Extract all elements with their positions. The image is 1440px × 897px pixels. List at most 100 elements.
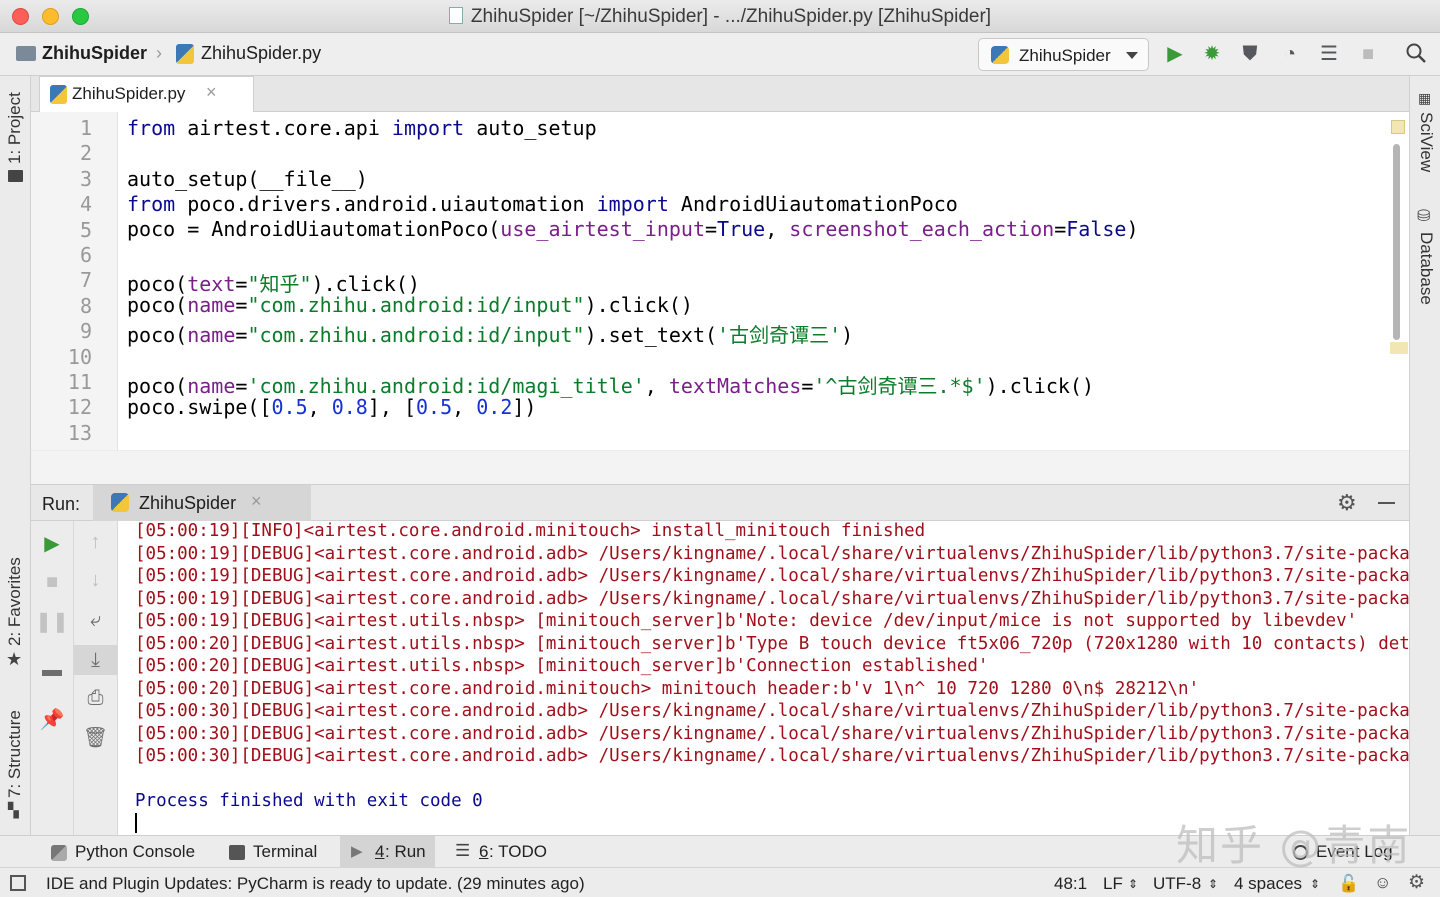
run-tab-label: ZhihuSpider [139,493,237,513]
run-configuration-label: ZhihuSpider [1019,46,1111,65]
lock-icon[interactable]: 🔓 [1338,874,1359,894]
line-number: 9 [79,319,92,344]
line-number: 2 [79,141,92,166]
log-line: [05:00:20][DEBUG]<airtest.core.android.m… [135,678,1200,699]
indent-setting[interactable]: 4 spaces [1234,874,1302,894]
run-tab-mnemonic: 4 [375,842,385,861]
run-icon: ▶ [351,843,363,860]
pause-icon[interactable]: ❚❚ [31,609,73,634]
log-line: [05:00:19][DEBUG]<airtest.core.android.a… [135,566,1409,586]
rerun-icon[interactable]: ▶ [31,531,73,556]
line-separator[interactable]: LF [1103,874,1123,894]
gear-icon[interactable]: ⚙ [1337,490,1357,516]
todo-tab[interactable]: : TODO [489,842,547,862]
run-console-output[interactable]: [05:00:19][INFO]<airtest.core.android.mi… [118,521,1409,835]
code-line: auto_setup(__file__) [127,167,368,191]
watermark: 知乎 @青南 [1176,821,1412,870]
project-folder-icon [8,170,23,182]
down-arrow-icon[interactable]: ↓ [74,569,117,592]
run-configuration-select[interactable]: ZhihuSpider [978,38,1149,71]
editor-scrollbar[interactable] [1388,112,1409,450]
run-tool-tab[interactable]: ▶ 4 : Run [340,836,435,867]
log-line: [05:00:20][DEBUG]<airtest.utils.nbsp> [m… [135,633,1409,654]
run-panel-label: Run: [42,494,81,514]
pin-tab-icon[interactable]: 📌 [31,707,73,732]
trash-icon[interactable]: 🗑 [74,725,117,750]
concurrency-icon[interactable]: ☰ [1317,42,1341,66]
todo-tab-mnemonic[interactable]: 6 [479,842,488,862]
up-arrow-icon[interactable]: ↑ [74,531,117,554]
title-bar: ZhihuSpider [~/ZhihuSpider] - .../ZhihuS… [0,0,1440,33]
breadcrumb-file[interactable]: ZhihuSpider.py [201,43,321,64]
structure-icon: ▚ [8,802,19,818]
search-icon[interactable] [1404,42,1428,66]
line-number: 3 [79,166,92,191]
indent-chevron-icon: ⇕ [1310,877,1321,891]
restore-layout-icon[interactable]: ▬ [31,659,73,682]
sciview-icon: ▦ [1418,90,1432,106]
stop-icon[interactable]: ■ [1356,42,1380,66]
run-tab-label: : Run [385,842,426,861]
close-tab-icon[interactable]: × [251,491,262,512]
log-line: [05:00:19][DEBUG]<airtest.core.android.a… [135,543,1409,564]
code-line: poco = AndroidUiautomationPoco(use_airte… [127,217,1139,241]
editor-tab-zhihuspider[interactable]: ZhihuSpider.py × [39,76,254,112]
update-gear-icon[interactable]: ⚙ [1408,871,1425,894]
editor-tab-label: ZhihuSpider.py [72,84,186,103]
file-encoding[interactable]: UTF-8 [1153,874,1201,894]
run-icon[interactable]: ▶ [1163,42,1187,66]
project-tool-tab[interactable]: 1: Project [5,88,25,164]
structure-tool-tab[interactable]: 7: Structure [5,702,25,798]
log-line: [05:00:19][INFO]<airtest.core.android.mi… [135,521,926,541]
terminal-tab[interactable]: Terminal [253,842,317,862]
line-number: 7 [79,268,92,293]
python-console-icon [51,845,67,861]
profile-icon[interactable]: ◔ [1278,42,1302,66]
line-number: 12 [67,395,92,420]
favorites-tool-tab[interactable]: 2: Favorites [5,554,25,646]
print-icon[interactable]: ⎙ [74,687,117,710]
folder-icon [16,46,36,61]
toggle-tool-windows-icon[interactable] [10,875,26,891]
code-line: poco.swipe([0.5, 0.8], [0.5, 0.2]) [127,395,537,419]
inspection-status-icon [1391,120,1405,134]
python-file-icon [176,44,194,64]
line-number: 1 [79,116,92,140]
line-number: 10 [67,344,92,369]
exit-message: Process finished with exit code 0 [135,791,483,811]
close-tab-icon[interactable]: × [206,82,217,103]
sciview-tool-tab[interactable]: SciView [1416,112,1436,182]
database-tool-tab[interactable]: Database [1416,232,1436,312]
todo-icon: ☰ [455,841,471,860]
breadcrumb-separator-icon: › [156,43,162,63]
python-console-tab[interactable]: Python Console [75,842,195,862]
warning-marker[interactable] [1390,342,1408,354]
scroll-thumb[interactable] [1393,144,1400,340]
breadcrumb-project[interactable]: ZhihuSpider [42,43,147,64]
editor-bottom-area [31,450,1409,484]
database-icon: ⛁ [1417,208,1431,225]
code-line: from poco.drivers.android.uiautomation i… [127,192,958,216]
python-icon [111,493,129,512]
pycharm-window: ZhihuSpider [~/ZhihuSpider] - .../ZhihuS… [0,0,1440,897]
status-message[interactable]: IDE and Plugin Updates: PyCharm is ready… [46,874,585,894]
log-line: [05:00:30][DEBUG]<airtest.core.android.a… [135,746,1409,766]
code-editor[interactable]: from airtest.core.api import auto_setup … [118,112,1388,450]
inspector-icon[interactable]: ☺ [1374,873,1391,893]
stop-icon[interactable]: ■ [31,571,73,594]
hide-panel-icon[interactable] [1378,502,1395,504]
encoding-chevron-icon: ⇕ [1208,877,1219,891]
star-icon: ★ [6,649,23,669]
scroll-to-end-icon[interactable]: ⤓ [74,645,117,675]
debug-icon[interactable]: ✹ [1200,42,1224,66]
caret-position[interactable]: 48:1 [1054,874,1087,894]
line-number: 4 [79,192,92,217]
run-tab-zhihuspider[interactable]: ZhihuSpider × [93,485,311,521]
line-number: 6 [79,243,92,267]
coverage-icon[interactable]: ⛊ [1238,42,1262,66]
log-line: [05:00:20][DEBUG]<airtest.utils.nbsp> [m… [135,656,989,676]
python-file-icon [448,7,463,24]
right-tool-stripe: ▦ SciView ⛁ Database [1409,76,1440,835]
soft-wrap-icon[interactable]: ⤶ [74,609,117,632]
line-separator-chevron-icon: ⇕ [1128,877,1139,891]
